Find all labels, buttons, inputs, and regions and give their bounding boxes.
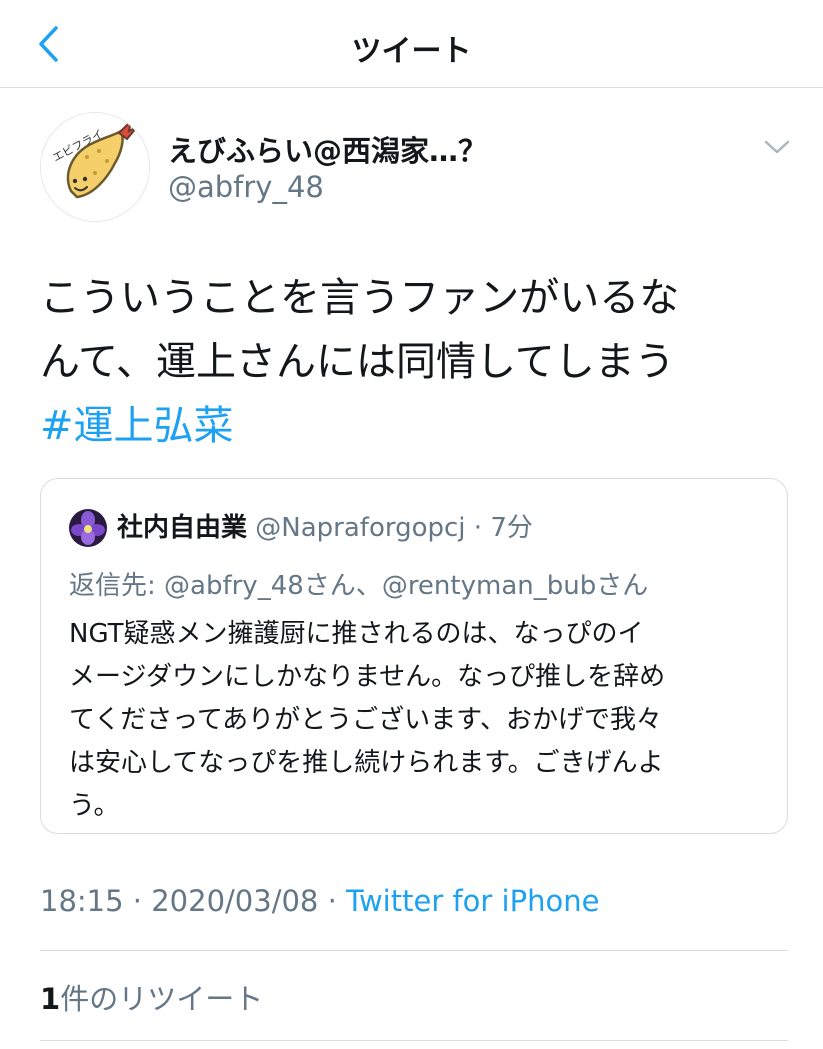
- reply-separator: 、: [355, 571, 382, 601]
- quoted-text-line: メージダウンにしかなりません。なっぴ推しを辞め: [69, 662, 666, 692]
- tweet-date: 2020/03/08: [151, 884, 319, 918]
- quoted-text-line: NGT疑惑メン擁護厨に推されるのは、なっぴのイ: [69, 619, 644, 649]
- separator-dot: ·: [327, 884, 337, 918]
- retweet-label: 件のリツイート: [60, 982, 264, 1016]
- quoted-text-line: う。: [69, 791, 120, 821]
- separator-dot: ·: [132, 884, 143, 918]
- author-avatar[interactable]: エビフライ: [40, 112, 150, 222]
- page-title: ツイート: [351, 34, 472, 69]
- retweet-count: 1: [40, 982, 61, 1016]
- author-display-name[interactable]: えびふらい@西潟家…？: [168, 128, 487, 170]
- tweet-text-line: こういうことを言うファンがいるな: [40, 275, 680, 321]
- chevron-down-icon: [764, 140, 790, 154]
- tweet-text-line: んて、運上さんには同情してしまう: [40, 339, 675, 385]
- tweet-text: こういうことを言うファンがいるな んて、運上さんには同情してしまう #運上弘菜: [40, 266, 790, 458]
- navigation-bar: ツイート: [0, 0, 823, 88]
- quoted-author-name[interactable]: 社内自由業: [117, 513, 247, 543]
- divider: [40, 1040, 788, 1041]
- tweet-source-link[interactable]: Twitter for iPhone: [346, 884, 599, 918]
- quoted-author-avatar[interactable]: [69, 509, 107, 547]
- quoted-timestamp: 7分: [490, 513, 533, 543]
- separator-dot: ·: [473, 513, 483, 543]
- reply-mention-link[interactable]: @rentyman_bubさん: [382, 571, 648, 601]
- quoted-tweet-text: NGT疑惑メン擁護厨に推されるのは、なっぴのイ メージダウンにしかなりません。な…: [69, 613, 769, 828]
- more-options-button[interactable]: [762, 135, 792, 159]
- quoted-tweet-card[interactable]: 社内自由業 @Napraforgopcj · 7分 返信先: @abfry_48…: [40, 478, 788, 834]
- reply-mention-link[interactable]: @abfry_48さん: [164, 571, 356, 601]
- quoted-text-line: てくださってありがとうございます、おかげで我々: [69, 705, 663, 735]
- reply-to-line: 返信先: @abfry_48さん、@rentyman_bubさん: [69, 565, 648, 602]
- divider: [40, 950, 788, 951]
- tweet-time: 18:15: [40, 884, 124, 918]
- reply-prefix: 返信先:: [69, 571, 165, 601]
- fried-shrimp-avatar: エビフライ: [41, 113, 149, 221]
- quoted-author-handle[interactable]: @Napraforgopcj: [255, 513, 465, 543]
- quoted-tweet-header: 社内自由業 @Napraforgopcj · 7分: [117, 509, 533, 547]
- quoted-text-line: は安心してなっぴを推し続けられます。ごきげんよ: [69, 748, 664, 778]
- purple-flower-avatar: [69, 509, 107, 547]
- author-handle[interactable]: @abfry_48: [168, 170, 324, 204]
- hashtag-link[interactable]: #運上弘菜: [40, 394, 790, 458]
- retweet-count-link[interactable]: 1件のリツイート: [40, 976, 263, 1018]
- tweet-meta: 18:15 · 2020/03/08 · Twitter for iPhone: [40, 884, 599, 918]
